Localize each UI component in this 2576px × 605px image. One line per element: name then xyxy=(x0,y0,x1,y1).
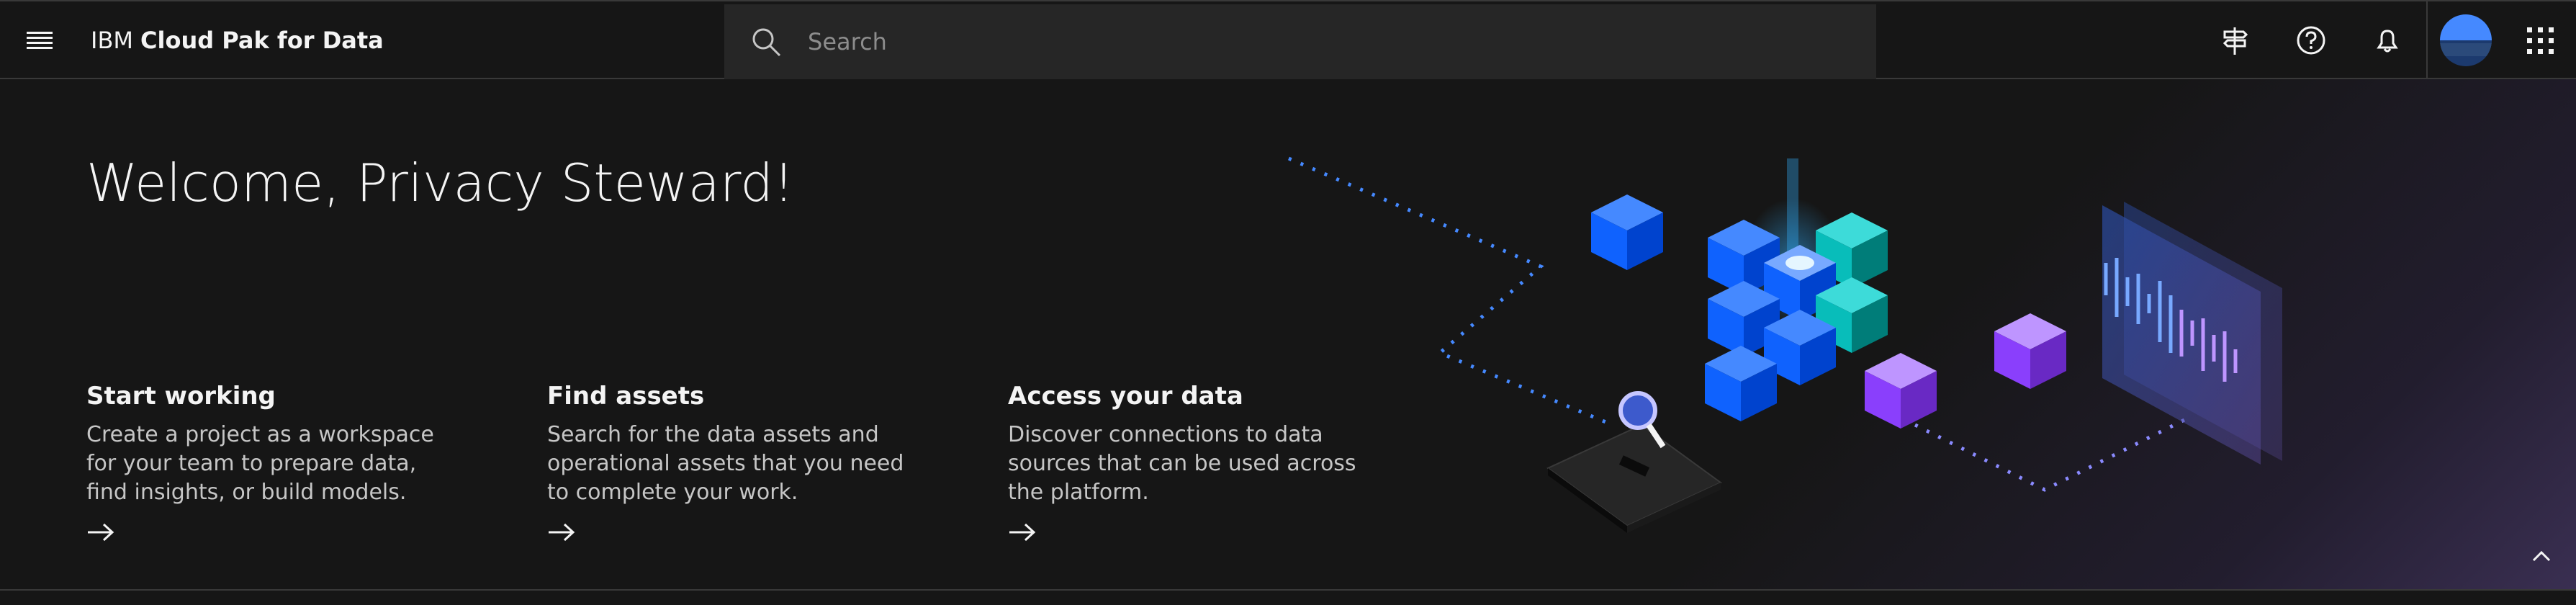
bottom-edge xyxy=(0,591,2576,605)
signpost-icon xyxy=(2223,27,2248,55)
arrow-right-icon[interactable] xyxy=(86,521,115,543)
app-switcher-button[interactable] xyxy=(2504,1,2576,79)
platform-shape xyxy=(1546,424,1722,527)
data-cubes-illustration xyxy=(1288,156,2282,533)
scroll-up-button[interactable] xyxy=(2520,534,2563,578)
card-find-assets[interactable]: Find assets Search for the data assets a… xyxy=(547,382,922,543)
card-title: Find assets xyxy=(547,382,705,411)
card-description: Create a project as a workspace for your… xyxy=(86,422,434,505)
product-name[interactable]: IBM Cloud Pak for Data xyxy=(91,1,384,79)
app-switcher-icon xyxy=(2527,27,2554,54)
search-bar[interactable] xyxy=(724,4,1876,79)
top-header: IBM Cloud Pak for Data xyxy=(0,0,2576,79)
welcome-banner: Welcome, Privacy Steward! Start working … xyxy=(0,79,2576,591)
help-icon xyxy=(2297,26,2325,55)
page-title: Welcome, Privacy Steward! xyxy=(86,153,794,213)
search-input[interactable] xyxy=(808,28,1816,55)
card-title: Start working xyxy=(86,382,276,411)
magnifier-icon xyxy=(1618,391,1657,430)
user-profile-button[interactable] xyxy=(2426,1,2504,79)
help-button[interactable] xyxy=(2272,1,2350,79)
cube-blue-floating xyxy=(1591,194,1663,270)
search-icon xyxy=(752,28,781,57)
menu-icon xyxy=(27,32,53,49)
card-start-working[interactable]: Start working Create a project as a work… xyxy=(86,382,461,543)
chevron-up-icon xyxy=(2532,550,2551,562)
guided-tour-button[interactable] xyxy=(2196,1,2274,79)
brand-prefix: IBM xyxy=(91,27,133,54)
arrow-right-icon[interactable] xyxy=(1008,521,1037,543)
avatar xyxy=(2440,14,2492,66)
brand-name: Cloud Pak for Data xyxy=(140,27,384,54)
menu-button[interactable] xyxy=(0,1,79,79)
notification-icon xyxy=(2377,30,2398,53)
arrow-right-icon[interactable] xyxy=(547,521,576,543)
cube-purple-left xyxy=(1865,353,1937,429)
waveform-panel xyxy=(2102,202,2282,465)
notifications-button[interactable] xyxy=(2348,1,2426,79)
cube-purple-right xyxy=(1994,313,2066,389)
card-description: Search for the data assets and operation… xyxy=(547,422,904,505)
